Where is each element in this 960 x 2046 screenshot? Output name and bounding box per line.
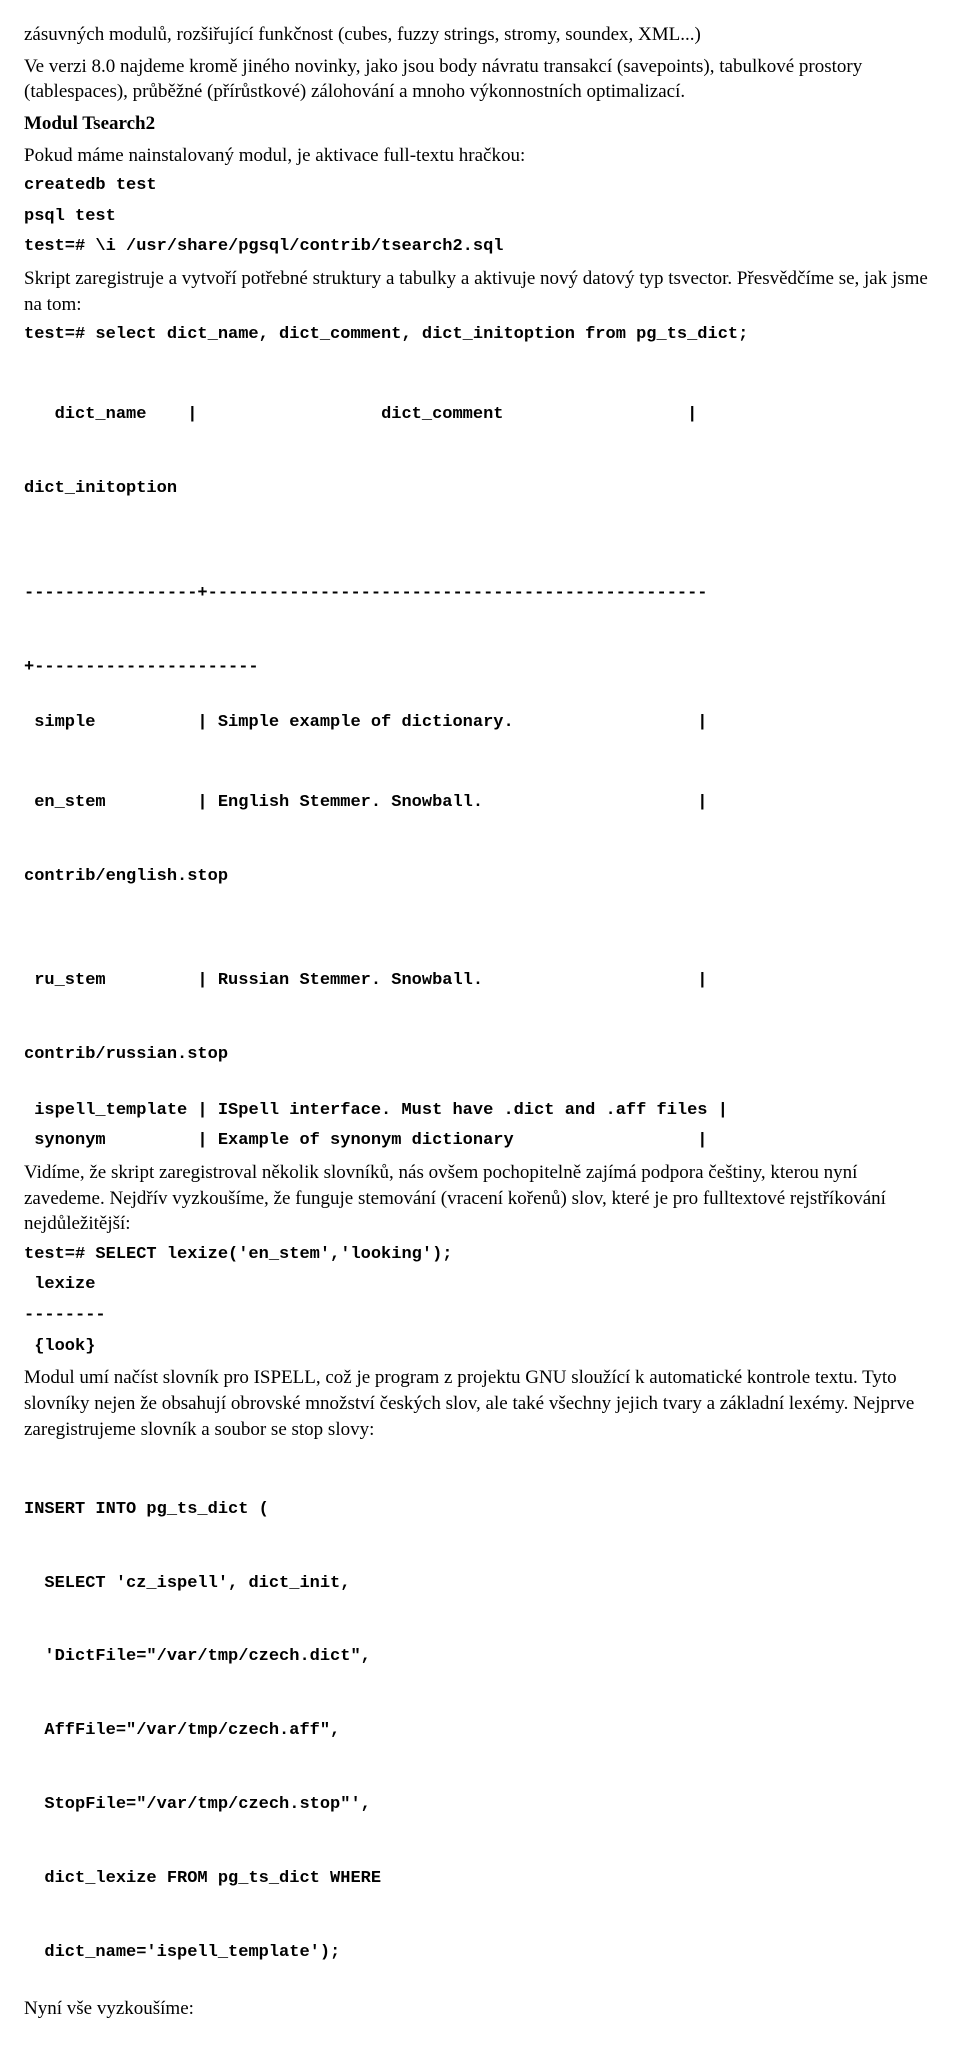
code-separator: -----------------+----------------------…	[24, 533, 936, 705]
code-row-en-stem: en_stem | English Stemmer. Snowball. | c…	[24, 742, 936, 914]
code-psql: psql test	[24, 205, 936, 230]
code-sep-line2: +----------------------	[24, 656, 936, 681]
code-header-line1: dict_name | dict_comment |	[24, 403, 936, 428]
paragraph-dictionaries: Vidíme, že skript zaregistroval několik …	[24, 1160, 936, 1237]
paragraph-intro-1: zásuvných modulů, rozšiřující funkčnost …	[24, 22, 936, 48]
code-insert-block: INSERT INTO pg_ts_dict ( SELECT 'cz_ispe…	[24, 1448, 936, 1990]
paragraph-ispell: Modul umí načíst slovník pro ISPELL, což…	[24, 1365, 936, 1442]
code-en-stem-line2: contrib/english.stop	[24, 865, 936, 890]
paragraph-script-register: Skript zaregistruje a vytvoří potřebné s…	[24, 266, 936, 317]
heading-modul-tsearch2: Modul Tsearch2	[24, 111, 936, 137]
code-insert-1: INSERT INTO pg_ts_dict (	[24, 1498, 936, 1523]
code-row-simple: simple | Simple example of dictionary. |	[24, 711, 936, 736]
code-select-lexize: test=# SELECT lexize('en_stem','looking'…	[24, 1243, 936, 1268]
code-insert-4: AffFile="/var/tmp/czech.aff",	[24, 1719, 936, 1744]
paragraph-try-all: Nyní vše vyzkoušíme:	[24, 1996, 936, 2022]
code-lexize-header: lexize	[24, 1273, 936, 1298]
code-lexize-sep: --------	[24, 1304, 936, 1329]
code-insert-3: 'DictFile="/var/tmp/czech.dict",	[24, 1645, 936, 1670]
code-insert-6: dict_lexize FROM pg_ts_dict WHERE	[24, 1867, 936, 1892]
code-insert-2: SELECT 'cz_ispell', dict_init,	[24, 1572, 936, 1597]
code-insert-7: dict_name='ispell_template');	[24, 1941, 936, 1966]
code-ru-stem-line1: ru_stem | Russian Stemmer. Snowball. |	[24, 969, 936, 994]
code-header-row: dict_name | dict_comment | dict_initopti…	[24, 354, 936, 526]
code-include-sql: test=# \i /usr/share/pgsql/contrib/tsear…	[24, 235, 936, 260]
code-row-ispell: ispell_template | ISpell interface. Must…	[24, 1099, 936, 1124]
code-row-synonym: synonym | Example of synonym dictionary …	[24, 1129, 936, 1154]
code-createdb: createdb test	[24, 174, 936, 199]
paragraph-activation: Pokud máme nainstalovaný modul, je aktiv…	[24, 143, 936, 169]
code-select-dict: test=# select dict_name, dict_comment, d…	[24, 323, 936, 348]
code-header-line2: dict_initoption	[24, 477, 936, 502]
code-lexize-result: {look}	[24, 1335, 936, 1360]
code-insert-5: StopFile="/var/tmp/czech.stop"',	[24, 1793, 936, 1818]
paragraph-intro-2: Ve verzi 8.0 najdeme kromě jiného novink…	[24, 54, 936, 105]
code-ru-stem-line2: contrib/russian.stop	[24, 1043, 936, 1068]
code-en-stem-line1: en_stem | English Stemmer. Snowball. |	[24, 791, 936, 816]
code-row-ru-stem: ru_stem | Russian Stemmer. Snowball. | c…	[24, 920, 936, 1092]
code-sep-line1: -----------------+----------------------…	[24, 582, 936, 607]
